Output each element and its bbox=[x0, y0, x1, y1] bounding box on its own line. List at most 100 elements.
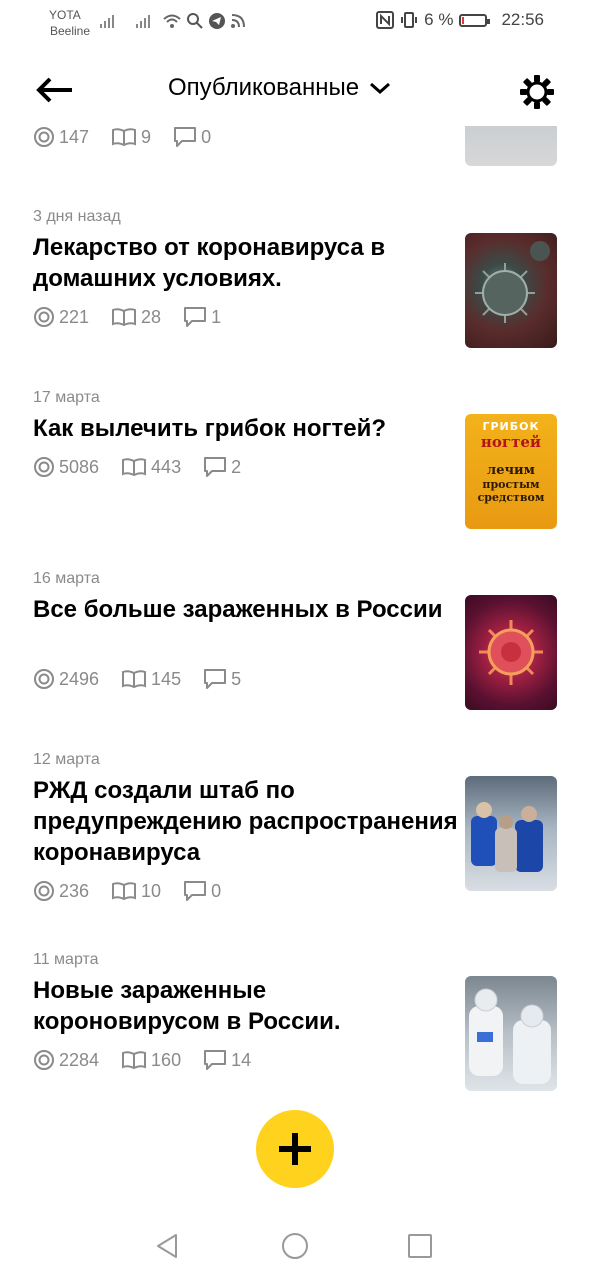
status-right: 6 % 22:56 bbox=[376, 10, 544, 30]
comments-stat: 0 bbox=[183, 880, 221, 902]
article-card[interactable]: 3 дня назад Лекарство от коронавируса в … bbox=[0, 206, 590, 356]
thumb-line-5: средством bbox=[477, 491, 545, 504]
book-icon bbox=[122, 458, 147, 477]
article-thumbnail bbox=[465, 776, 557, 891]
reads-stat: 443 bbox=[121, 457, 181, 478]
nav-back-button[interactable] bbox=[154, 1232, 182, 1260]
views-icon bbox=[34, 1050, 54, 1070]
article-stats: 2284 160 14 bbox=[33, 1049, 251, 1071]
article-thumbnail bbox=[465, 126, 557, 166]
comments-stat: 5 bbox=[203, 668, 241, 690]
page-title: Опубликованные bbox=[168, 74, 360, 101]
book-icon bbox=[122, 1051, 147, 1070]
views-count: 2284 bbox=[59, 1049, 100, 1070]
back-arrow-icon bbox=[36, 77, 72, 103]
nav-recents-button[interactable] bbox=[406, 1232, 434, 1260]
views-count: 236 bbox=[59, 880, 90, 901]
status-bar: YOTA Beeline 6 % 22:56 bbox=[0, 0, 590, 48]
add-article-button[interactable] bbox=[256, 1110, 334, 1188]
search-icon bbox=[187, 13, 203, 29]
article-card[interactable]: 11 марта Новые зараженные короновирусом … bbox=[0, 949, 590, 1099]
wifi-icon bbox=[163, 14, 181, 28]
nav-home-button[interactable] bbox=[281, 1232, 309, 1260]
views-stat: 221 bbox=[33, 306, 89, 328]
circle-home-icon bbox=[282, 1233, 308, 1259]
reads-count: 443 bbox=[151, 456, 182, 477]
article-thumbnail: ГРИБОК ногтей лечим простым средством bbox=[465, 414, 557, 529]
views-count: 147 bbox=[59, 126, 90, 147]
comments-stat: 2 bbox=[203, 456, 241, 478]
comments-count: 14 bbox=[231, 1049, 252, 1070]
signal-icon bbox=[100, 15, 114, 28]
reads-stat: 160 bbox=[121, 1050, 181, 1071]
article-title: Новые зараженные короновирусом в России. bbox=[33, 977, 341, 1035]
views-stat: 147 bbox=[33, 126, 89, 148]
article-title: Как вылечить грибок ногтей? bbox=[33, 415, 387, 442]
rss-icon bbox=[231, 14, 245, 28]
battery-percent: 6 % bbox=[424, 10, 454, 29]
article-card[interactable]: 16 марта Все больше зараженных в России … bbox=[0, 568, 590, 718]
reads-count: 9 bbox=[141, 126, 152, 147]
views-count: 221 bbox=[59, 306, 90, 327]
signal-icon-2 bbox=[136, 15, 150, 28]
reads-count: 10 bbox=[141, 880, 162, 901]
article-card[interactable]: 147 9 0 bbox=[0, 126, 590, 176]
views-icon bbox=[34, 669, 54, 689]
views-icon bbox=[34, 881, 54, 901]
views-stat: 5086 bbox=[33, 456, 99, 478]
telegram-icon bbox=[209, 13, 225, 29]
book-icon bbox=[112, 308, 137, 327]
comments-count: 2 bbox=[231, 456, 242, 477]
people-image-icon bbox=[471, 802, 543, 872]
plus-icon bbox=[279, 1133, 311, 1165]
battery-icon bbox=[459, 13, 491, 27]
views-count: 2496 bbox=[59, 668, 100, 689]
views-icon bbox=[34, 127, 54, 147]
system-nav-bar bbox=[0, 1208, 590, 1280]
views-stat: 236 bbox=[33, 880, 89, 902]
article-stats: 2496 145 5 bbox=[33, 668, 241, 690]
status-icons bbox=[98, 12, 246, 30]
article-stats: 236 10 0 bbox=[33, 880, 221, 902]
book-icon bbox=[122, 670, 147, 689]
article-thumbnail bbox=[465, 233, 557, 348]
carrier-name-1: YOTA bbox=[49, 8, 81, 22]
article-card[interactable]: 17 марта Как вылечить грибок ногтей? 508… bbox=[0, 387, 590, 537]
article-date: 3 дня назад bbox=[33, 208, 121, 225]
virus-image-icon bbox=[475, 241, 550, 323]
article-title: РЖД создали штаб по предупреждению распр… bbox=[33, 777, 458, 866]
chevron-down-icon bbox=[370, 82, 391, 95]
article-date: 12 марта bbox=[33, 751, 100, 768]
thumb-line-1: ГРИБОК bbox=[482, 420, 540, 433]
settings-button[interactable] bbox=[518, 73, 556, 111]
reads-stat: 10 bbox=[111, 881, 161, 902]
comments-count: 1 bbox=[211, 306, 222, 327]
article-stats: 5086 443 2 bbox=[33, 456, 241, 478]
views-icon bbox=[34, 307, 54, 327]
comments-count: 5 bbox=[231, 668, 242, 689]
article-card[interactable]: 12 марта РЖД создали штаб по предупрежде… bbox=[0, 749, 590, 919]
article-date: 16 марта bbox=[33, 570, 100, 587]
comments-count: 0 bbox=[211, 880, 222, 901]
comment-icon bbox=[174, 127, 197, 147]
comment-icon bbox=[184, 881, 207, 901]
article-stats: 221 28 1 bbox=[33, 306, 221, 328]
back-button[interactable] bbox=[34, 74, 74, 106]
reads-count: 28 bbox=[141, 306, 162, 327]
views-stat: 2496 bbox=[33, 668, 99, 690]
triangle-back-icon bbox=[157, 1234, 177, 1258]
thumb-line-4: простым bbox=[482, 478, 540, 491]
article-date: 11 марта bbox=[33, 951, 99, 968]
square-recents-icon bbox=[408, 1234, 432, 1258]
articles-feed: 147 9 0 3 дня назад Лекарство от коронав… bbox=[0, 126, 590, 1196]
thumb-line-2: ногтей bbox=[480, 433, 542, 451]
gear-icon bbox=[520, 75, 554, 109]
thumb-line-3: лечим bbox=[487, 463, 535, 478]
filter-dropdown[interactable]: Опубликованные bbox=[168, 74, 391, 102]
virus-image-icon bbox=[479, 620, 543, 685]
comments-stat: 0 bbox=[173, 126, 211, 148]
people-image-icon bbox=[469, 988, 551, 1084]
clock: 22:56 bbox=[501, 10, 544, 29]
vibrate-icon bbox=[401, 12, 418, 28]
app-header: Опубликованные bbox=[0, 56, 590, 126]
